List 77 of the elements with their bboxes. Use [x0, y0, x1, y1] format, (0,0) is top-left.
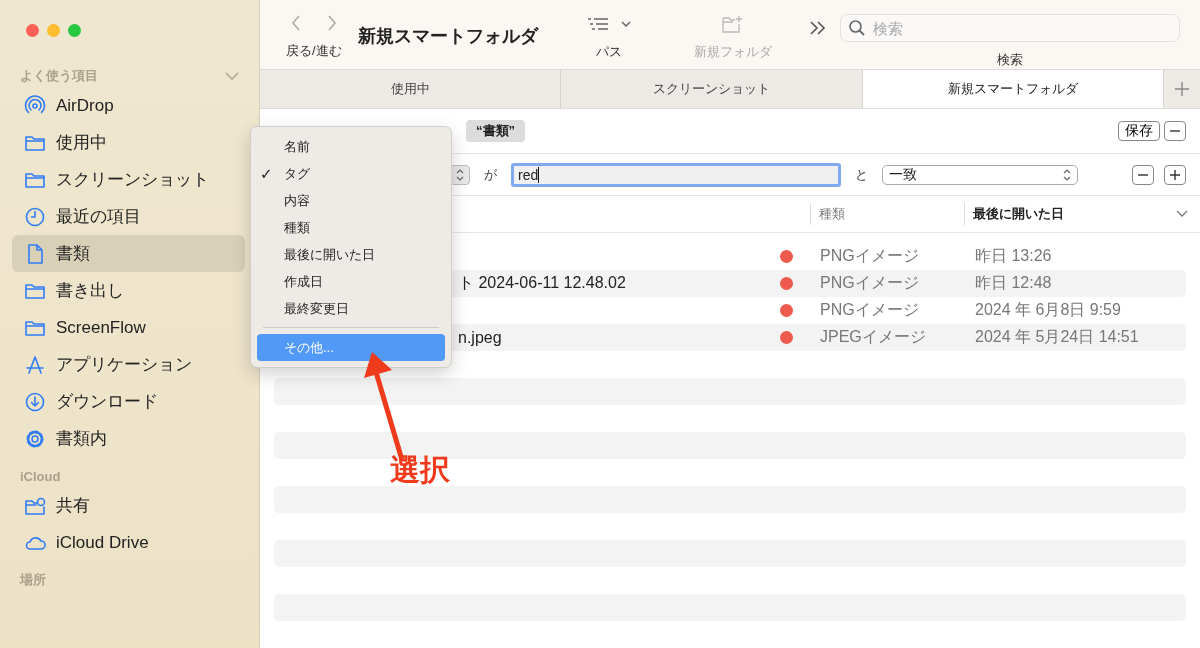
- value-field[interactable]: red: [511, 162, 841, 187]
- file-kind: PNGイメージ: [820, 300, 920, 320]
- menu-item[interactable]: 内容: [257, 187, 445, 214]
- chevron-icon[interactable]: [225, 71, 239, 81]
- back-icon[interactable]: [290, 14, 302, 32]
- forward-icon[interactable]: [326, 14, 338, 32]
- connector-text: と: [855, 165, 868, 184]
- path-label: パス: [596, 43, 622, 61]
- plus-icon: [1174, 81, 1190, 98]
- column-header[interactable]: 最後に開いた日: [964, 203, 1176, 226]
- file-name: ト 2024-06-11 12.48.02: [458, 274, 626, 291]
- tab[interactable]: スクリーンショット: [561, 70, 863, 109]
- tag-dot: [780, 277, 793, 290]
- sidebar-item[interactable]: ScreenFlow: [12, 309, 245, 346]
- date-opened: 2024 年 6月8日 9:59: [975, 300, 1121, 320]
- menu-item[interactable]: 作成日: [257, 268, 445, 295]
- sidebar-item[interactable]: 共有: [12, 487, 245, 524]
- search-icon: [848, 19, 866, 37]
- chevron-icon[interactable]: [1176, 210, 1188, 219]
- menu-item[interactable]: 種類: [257, 214, 445, 241]
- tag-dot: [780, 250, 793, 263]
- nav-label: 戻る/進む: [286, 42, 342, 60]
- sidebar-item[interactable]: スクリーンショット: [12, 161, 245, 198]
- date-opened: 昨日 13:26: [975, 246, 1052, 266]
- sidebar-item[interactable]: 最近の項目: [12, 198, 245, 235]
- file-name: n.jpeg: [458, 328, 502, 346]
- attribute-popup[interactable]: [450, 164, 470, 185]
- new-folder-icon[interactable]: [721, 14, 745, 34]
- tag-dot: [780, 331, 793, 344]
- download-icon: [24, 390, 46, 413]
- app-store-icon: [24, 353, 46, 376]
- window-title: 新規スマートフォルダ: [358, 25, 540, 48]
- match-popup[interactable]: 一致: [882, 164, 1078, 185]
- search-field[interactable]: 検索: [840, 14, 1180, 42]
- remove-criterion-button[interactable]: [1132, 164, 1154, 185]
- sidebar-item[interactable]: 書類: [12, 235, 245, 272]
- updown-icon: [456, 168, 464, 181]
- date-opened: 昨日 12:48: [975, 273, 1052, 293]
- menu-item[interactable]: 名前: [257, 133, 445, 160]
- file-kind: PNGイメージ: [820, 246, 920, 266]
- sidebar-item[interactable]: iCloud Drive: [12, 524, 245, 561]
- section-heading: 場所: [20, 571, 46, 589]
- remove-button[interactable]: [1164, 120, 1186, 141]
- section-heading: iCloud: [20, 468, 61, 484]
- annotation-text: 選択: [390, 452, 450, 488]
- add-criterion-button[interactable]: [1164, 164, 1186, 185]
- minimize-button[interactable]: [47, 24, 60, 37]
- date-opened: 2024 年 5月24日 14:51: [975, 327, 1139, 347]
- tab[interactable]: 使用中: [260, 70, 562, 109]
- zoom-button[interactable]: [68, 24, 81, 37]
- updown-icon: [1063, 168, 1071, 181]
- sidebar-item[interactable]: AirDrop: [12, 87, 245, 124]
- sidebar-item[interactable]: ダウンロード: [12, 383, 245, 420]
- search-label: 検索: [997, 51, 1023, 69]
- column-header[interactable]: 種類: [810, 203, 964, 226]
- file-kind: JPEGイメージ: [820, 327, 927, 347]
- file-kind: PNGイメージ: [820, 273, 920, 293]
- save-button[interactable]: 保存: [1118, 120, 1160, 141]
- chevrons-icon[interactable]: [808, 20, 828, 36]
- new-folder-label: 新規フォルダ: [694, 43, 772, 61]
- minus-icon: [1138, 173, 1148, 176]
- menu-item[interactable]: ✓ タグ: [257, 160, 445, 187]
- menu-item[interactable]: 最終変更日: [257, 295, 445, 322]
- clock-icon: [24, 205, 46, 228]
- sidebar-item[interactable]: 使用中: [12, 124, 245, 161]
- minus-icon: [1170, 129, 1180, 132]
- scope-button[interactable]: “書類”: [466, 119, 525, 142]
- sidebar-item[interactable]: アプリケーション: [12, 346, 245, 383]
- close-button[interactable]: [26, 24, 39, 37]
- tab[interactable]: 新規スマートフォルダ: [862, 70, 1164, 109]
- connector-text: が: [484, 165, 497, 184]
- sidebar-item[interactable]: 書類内: [12, 420, 245, 457]
- sidebar-item[interactable]: 書き出し: [12, 272, 245, 309]
- plus-icon: [1170, 169, 1180, 180]
- section-heading: よく使う項目: [20, 67, 98, 85]
- tag-dot: [780, 304, 793, 317]
- menu-item[interactable]: 最後に開いた日: [257, 241, 445, 268]
